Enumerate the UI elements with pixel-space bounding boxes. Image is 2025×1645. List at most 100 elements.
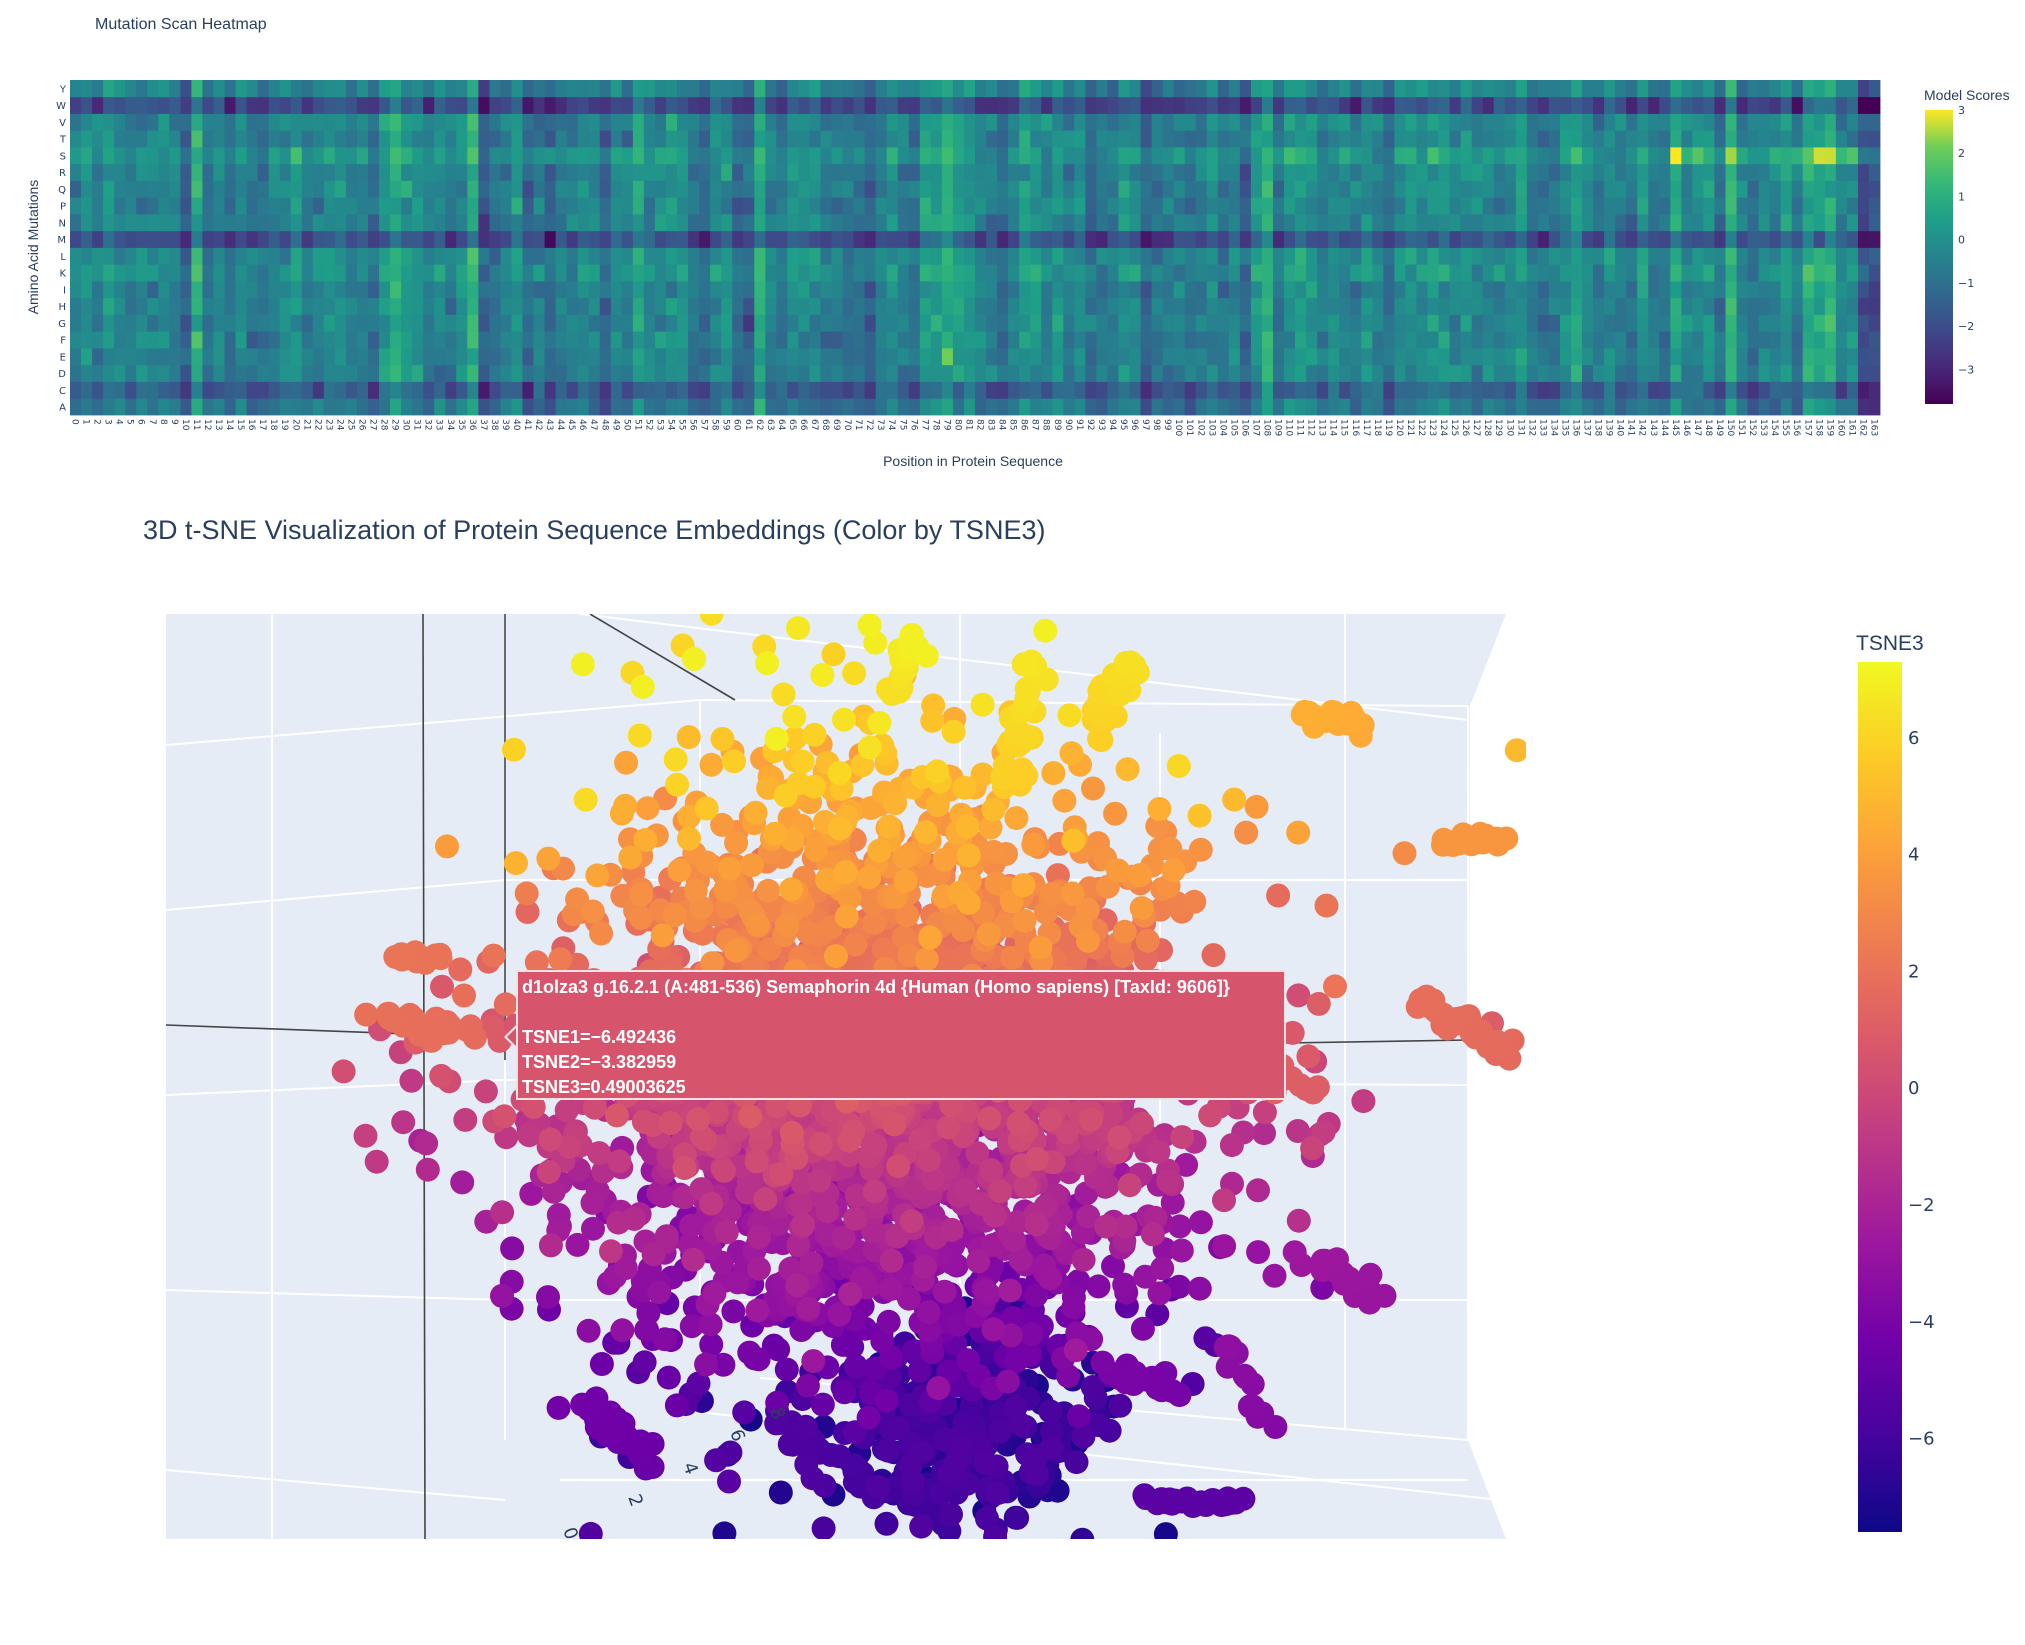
scatter-point[interactable]	[581, 1216, 605, 1241]
scatter-point[interactable]	[1008, 1412, 1033, 1437]
scatter-point[interactable]	[788, 1191, 813, 1216]
scatter-point[interactable]	[795, 1373, 820, 1398]
scatter-point[interactable]	[793, 1414, 818, 1439]
scatter-point[interactable]	[721, 1299, 746, 1324]
scatter-point[interactable]	[415, 1157, 440, 1182]
scatter-point[interactable]	[1071, 1424, 1096, 1449]
scatter-point[interactable]	[656, 1365, 681, 1390]
scatter-point[interactable]	[651, 1184, 676, 1209]
scatter-point[interactable]	[753, 1187, 778, 1212]
scatter-point[interactable]	[981, 1317, 1006, 1342]
scatter-point[interactable]	[607, 1149, 632, 1174]
scatter-point[interactable]	[652, 1327, 677, 1352]
scatter-point[interactable]	[827, 1302, 852, 1327]
scatter-point[interactable]	[490, 1283, 514, 1308]
scatter-point[interactable]	[747, 1225, 772, 1249]
scatter-point[interactable]	[570, 1392, 595, 1417]
scatter-point[interactable]	[973, 1279, 998, 1304]
scatter-point[interactable]	[879, 1248, 904, 1273]
scatter-point[interactable]	[414, 1131, 439, 1156]
scatter-point[interactable]	[791, 1213, 816, 1238]
scatter-point[interactable]	[856, 1405, 881, 1430]
scatter-point[interactable]	[517, 1123, 542, 1148]
scatter-point[interactable]	[702, 1281, 727, 1306]
scatter-point[interactable]	[1246, 1240, 1271, 1265]
scatter-point[interactable]	[794, 1452, 819, 1477]
scatter-point[interactable]	[546, 1395, 571, 1420]
scatter-point[interactable]	[966, 1249, 991, 1274]
scatter-point[interactable]	[538, 1233, 563, 1258]
tsne-3d-scene[interactable]: 86420 TSNE3 6420−2−4−6	[0, 0, 2025, 1645]
scatter-point[interactable]	[983, 1524, 1008, 1549]
scatter-point[interactable]	[599, 1239, 623, 1264]
scatter-point[interactable]	[988, 1179, 1013, 1204]
scatter-point[interactable]	[1282, 1240, 1307, 1265]
scatter-point[interactable]	[1073, 1151, 1098, 1176]
scatter-point[interactable]	[838, 1282, 863, 1306]
scatter-point[interactable]	[1169, 1238, 1194, 1263]
scatter-point[interactable]	[1022, 1448, 1046, 1473]
scatter-point[interactable]	[681, 1247, 706, 1272]
scatter-point[interactable]	[664, 1543, 688, 1567]
scatter-point[interactable]	[1252, 1121, 1276, 1146]
scatter-point[interactable]	[1018, 1342, 1043, 1367]
scatter-point[interactable]	[699, 1191, 724, 1216]
scatter-point[interactable]	[1231, 1486, 1256, 1511]
scatter-point[interactable]	[606, 1210, 631, 1235]
scatter-point[interactable]	[1286, 1208, 1311, 1233]
scatter-point[interactable]	[745, 1298, 770, 1323]
scatter-point[interactable]	[554, 1098, 579, 1123]
scatter-point[interactable]	[939, 1217, 964, 1242]
scatter-point[interactable]	[1013, 1173, 1038, 1198]
scatter-point[interactable]	[1351, 1089, 1376, 1114]
scatter-point[interactable]	[796, 1296, 821, 1321]
scatter-point[interactable]	[876, 1309, 901, 1334]
scatter-point[interactable]	[1005, 1505, 1030, 1530]
scatter-point[interactable]	[801, 1349, 826, 1374]
scatter-point[interactable]	[1188, 1210, 1213, 1235]
scatter-point[interactable]	[876, 1438, 901, 1463]
scatter-point[interactable]	[1094, 1214, 1119, 1239]
scatter-point[interactable]	[807, 1168, 832, 1193]
scatter-point[interactable]	[364, 1149, 389, 1174]
scatter-point[interactable]	[1216, 1334, 1241, 1359]
scatter-point[interactable]	[987, 1419, 1012, 1444]
scatter-point[interactable]	[979, 1158, 1004, 1183]
scatter-point[interactable]	[580, 1190, 605, 1215]
scatter-point[interactable]	[811, 1516, 836, 1540]
scatter-point[interactable]	[878, 1277, 903, 1302]
scatter-point[interactable]	[450, 1170, 475, 1195]
scatter-point[interactable]	[647, 1280, 672, 1305]
scatter-point[interactable]	[712, 1521, 737, 1545]
scatter-point[interactable]	[632, 1350, 657, 1375]
scatter-point[interactable]	[939, 1502, 963, 1527]
scatter-point[interactable]	[948, 1434, 973, 1459]
scatter-point[interactable]	[768, 1480, 793, 1505]
scatter-point[interactable]	[913, 1254, 938, 1279]
scatter-point[interactable]	[490, 1200, 515, 1225]
scatter-point[interactable]	[1262, 1263, 1287, 1288]
scatter-point[interactable]	[1156, 1169, 1181, 1193]
scatter-point[interactable]	[1070, 1527, 1095, 1552]
scatter-point[interactable]	[874, 1511, 899, 1536]
scatter-point[interactable]	[843, 1206, 868, 1231]
scatter-point[interactable]	[746, 1256, 771, 1281]
scatter-point[interactable]	[714, 1220, 739, 1245]
scatter-point[interactable]	[1146, 1139, 1171, 1164]
scatter-point[interactable]	[874, 1388, 899, 1413]
scatter-point[interactable]	[1112, 1272, 1137, 1297]
scatter-point[interactable]	[1090, 1350, 1115, 1375]
scatter-point[interactable]	[926, 1376, 951, 1401]
scatter-point[interactable]	[1212, 1188, 1236, 1213]
scatter-point[interactable]	[1130, 1316, 1155, 1341]
scatter-point[interactable]	[641, 1242, 666, 1267]
scatter-point[interactable]	[832, 1380, 857, 1405]
scatter-point[interactable]	[1150, 1256, 1175, 1281]
scatter-point[interactable]	[932, 1279, 957, 1304]
scatter-point[interactable]	[985, 1481, 1010, 1506]
scatter-point[interactable]	[1038, 1266, 1063, 1291]
scatter-point[interactable]	[1246, 1178, 1270, 1203]
scatter-point[interactable]	[1108, 1393, 1133, 1418]
scatter-point[interactable]	[717, 1469, 741, 1494]
scatter-point[interactable]	[453, 1107, 478, 1132]
